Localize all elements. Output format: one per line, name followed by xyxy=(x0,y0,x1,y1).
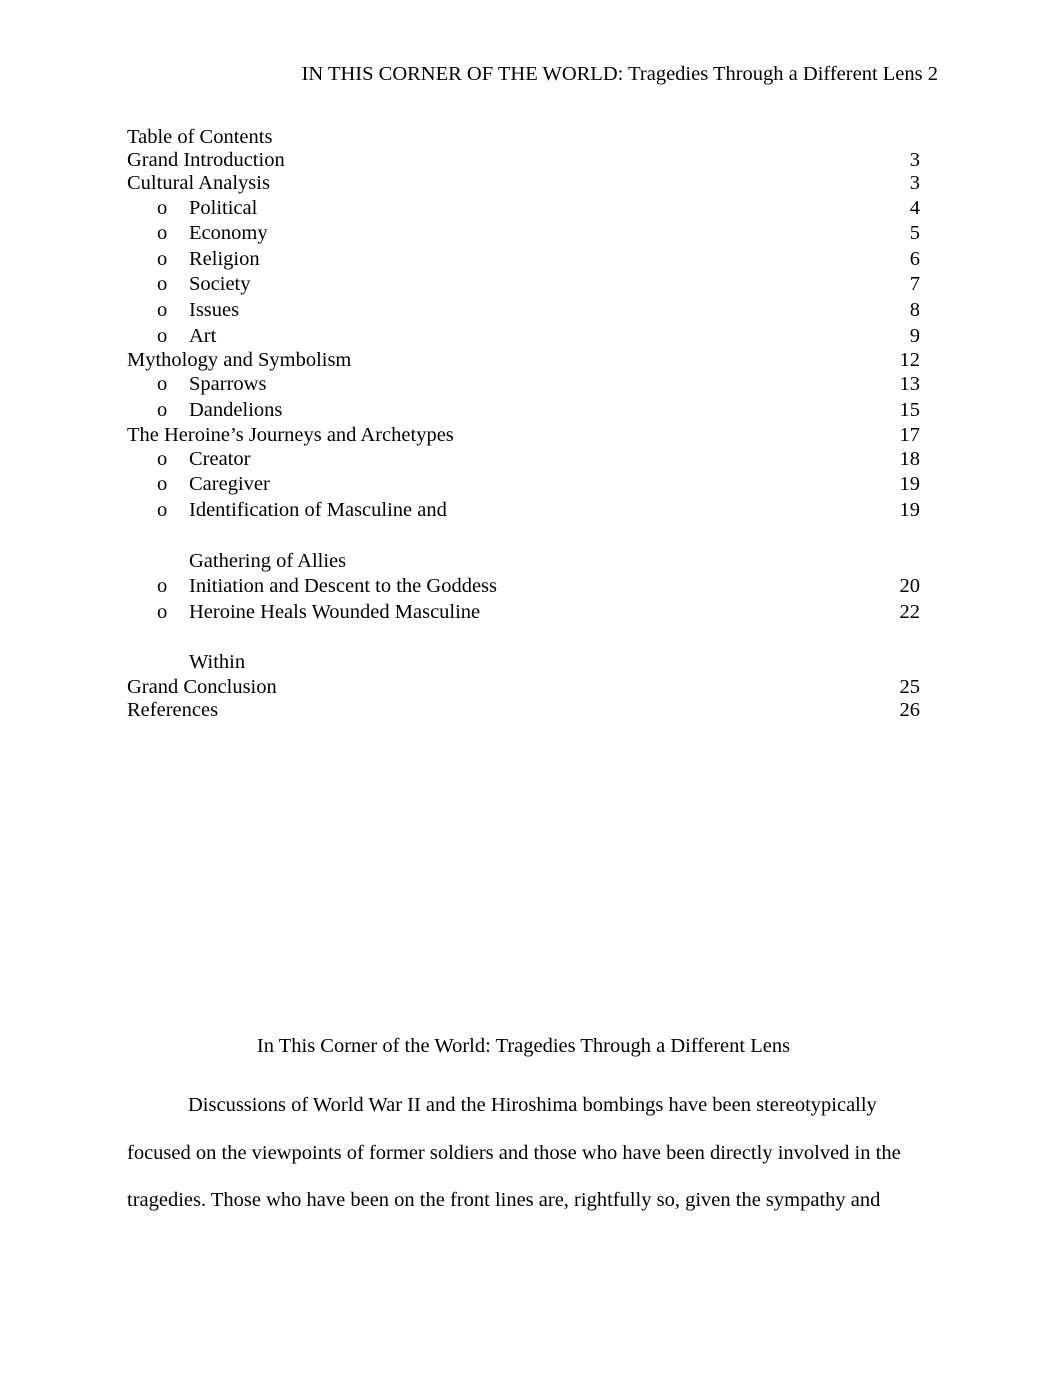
toc-entry-row[interactable]: References 26 xyxy=(127,699,920,722)
toc-entry-label: Heroine Heals Wounded Masculine xyxy=(189,600,481,623)
page-title: In This Corner of the World: Tragedies T… xyxy=(256,1035,791,1057)
toc-page-number: 8 xyxy=(909,298,920,321)
toc-entry-row[interactable]: o Heroine Heals Wounded Masculine 22 xyxy=(127,600,920,626)
toc-continuation-row: Within xyxy=(127,650,920,676)
toc-entry-label: Religion xyxy=(189,247,260,270)
toc-entry-label: Dandelions xyxy=(189,398,283,421)
toc-entry-row[interactable]: The Heroine’s Journeys and Archetypes 17 xyxy=(127,424,920,447)
toc-entry-label: Initiation and Descent to the Goddess xyxy=(189,575,498,598)
toc-bullet-icon: o xyxy=(157,247,168,270)
toc-entry-label: Creator xyxy=(189,447,251,470)
toc-entry-label: Grand Conclusion xyxy=(127,675,277,698)
toc-page-number: 19 xyxy=(899,498,921,521)
document-page: IN THIS CORNER OF THE WORLD: Tragedies T… xyxy=(0,0,1062,1376)
toc-bullet-icon: o xyxy=(157,447,168,470)
toc-continuation-label: Gathering of Allies xyxy=(189,549,347,572)
toc-entry-row[interactable]: o Initiation and Descent to the Goddess 20 xyxy=(127,574,920,600)
toc-spacer-row xyxy=(127,625,920,650)
toc-entry-row[interactable]: Mythology and Symbolism 12 xyxy=(127,349,920,372)
toc-page-number: 3 xyxy=(909,149,920,172)
toc-continuation-label: Within xyxy=(189,651,246,674)
toc-bullet-icon: o xyxy=(157,398,168,421)
toc-entry-row[interactable]: o Caregiver 19 xyxy=(127,472,920,498)
toc-bullet-icon: o xyxy=(157,600,168,623)
toc-heading-row: Table of Contents xyxy=(127,126,920,149)
toc-page-number: 5 xyxy=(909,222,920,245)
toc-entry-row[interactable]: o Economy 5 xyxy=(127,221,920,247)
toc-entry-label: Political xyxy=(189,196,258,219)
toc-heading: Table of Contents xyxy=(127,126,273,148)
toc-entry-label: Society xyxy=(189,273,251,296)
toc-page-number: 3 xyxy=(909,172,920,195)
toc-entry-row[interactable]: o Political 4 xyxy=(127,196,920,222)
toc-bullet-icon: o xyxy=(157,575,168,598)
table-of-contents: Table of Contents Grand Introduction 3 Cul… xyxy=(127,126,920,722)
toc-entry-label: Economy xyxy=(189,222,268,245)
toc-entry-row[interactable]: o Society 7 xyxy=(127,272,920,298)
toc-page-number: 19 xyxy=(899,473,921,496)
toc-page-number: 4 xyxy=(909,196,920,219)
toc-page-number: 17 xyxy=(899,423,921,446)
toc-entry-label: The Heroine’s Journeys and Archetypes xyxy=(127,423,454,446)
toc-entry-label: Caregiver xyxy=(189,473,270,496)
toc-page-number: 6 xyxy=(909,247,920,270)
toc-bullet-icon: o xyxy=(157,324,168,347)
toc-entry-label: Grand Introduction xyxy=(127,149,285,172)
toc-page-number: 18 xyxy=(899,447,921,470)
toc-bullet-icon: o xyxy=(157,222,168,245)
body-block: In This Corner of the World: Tragedies T… xyxy=(127,1034,920,1225)
toc-entry-row[interactable]: o Dandelions 15 xyxy=(127,398,920,424)
toc-entry-row[interactable]: o Identification of Masculine and 19 xyxy=(127,498,920,524)
toc-page-number: 20 xyxy=(899,575,921,598)
toc-entry-row[interactable]: o Religion 6 xyxy=(127,247,920,273)
toc-page-number: 12 xyxy=(899,349,921,372)
toc-entry-label: Issues xyxy=(189,298,240,321)
toc-entry-row[interactable]: Grand Conclusion 25 xyxy=(127,676,920,699)
toc-page-number: 26 xyxy=(899,699,921,722)
toc-page-number: 9 xyxy=(909,324,920,347)
toc-page-number: 22 xyxy=(899,600,921,623)
toc-bullet-icon: o xyxy=(157,298,168,321)
toc-entry-label: Mythology and Symbolism xyxy=(127,349,352,372)
toc-bullet-icon: o xyxy=(157,196,168,219)
toc-entry-row[interactable]: o Art 9 xyxy=(127,324,920,350)
toc-entry-label: Sparrows xyxy=(189,373,267,396)
toc-bullet-icon: o xyxy=(157,373,168,396)
toc-page-number: 7 xyxy=(909,273,920,296)
toc-page-number: 13 xyxy=(899,373,921,396)
toc-page-number: 15 xyxy=(899,398,921,421)
toc-entry-label: References xyxy=(127,699,219,722)
toc-spacer-row xyxy=(127,524,920,549)
body-paragraph: Discussions of World War II and the Hiro… xyxy=(127,1094,901,1211)
running-header: IN THIS CORNER OF THE WORLD: Tragedies T… xyxy=(301,63,938,85)
toc-continuation-row: Gathering of Allies xyxy=(127,549,920,575)
toc-entry-row[interactable]: o Creator 18 xyxy=(127,447,920,473)
toc-entry-row[interactable]: Cultural Analysis 3 xyxy=(127,172,920,195)
toc-bullet-icon: o xyxy=(157,473,168,496)
toc-bullet-icon: o xyxy=(157,498,168,521)
toc-entry-row[interactable]: Grand Introduction 3 xyxy=(127,149,920,172)
toc-entry-label: Identification of Masculine and xyxy=(189,498,447,521)
toc-entry-row[interactable]: o Sparrows 13 xyxy=(127,372,920,398)
toc-page-number: 25 xyxy=(899,675,921,698)
toc-entry-label: Art xyxy=(189,324,217,347)
toc-bullet-icon: o xyxy=(157,273,168,296)
toc-entry-row[interactable]: o Issues 8 xyxy=(127,298,920,324)
toc-entry-label: Cultural Analysis xyxy=(127,172,270,195)
